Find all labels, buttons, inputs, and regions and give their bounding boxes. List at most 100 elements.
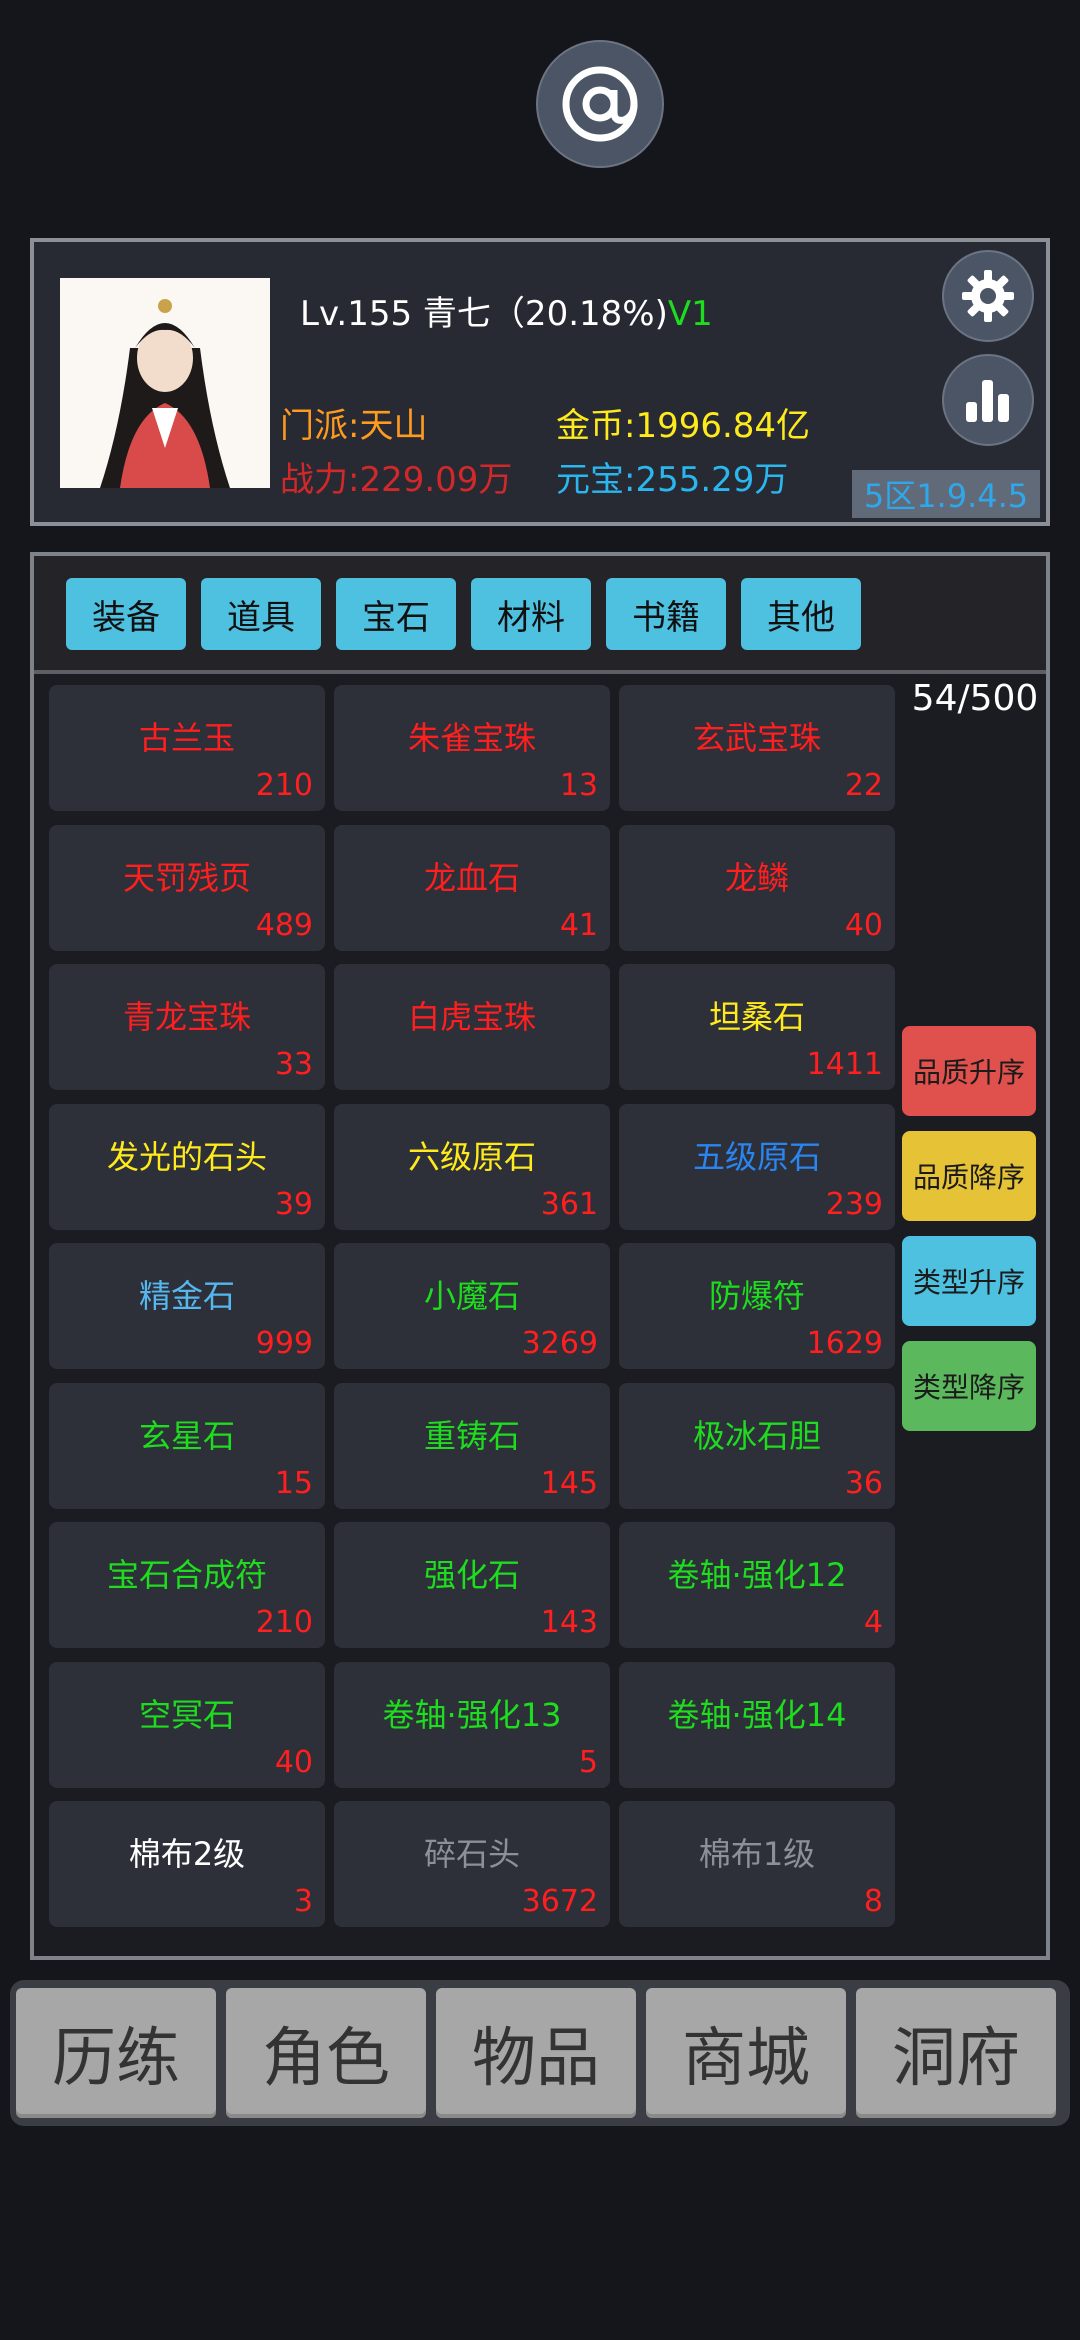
item-count: 3672 [521, 1884, 598, 1919]
item-name: 青龙宝珠 [122, 998, 251, 1036]
item-name: 防爆符 [708, 1277, 805, 1315]
level-text: Lv.155 青七（20.18%) [300, 294, 668, 334]
item-cell[interactable]: 精金石 999 [49, 1243, 325, 1369]
item-cell[interactable]: 朱雀宝珠 13 [334, 685, 610, 811]
item-count: 210 [255, 1605, 313, 1640]
power-label: 战力:229.09万 [280, 460, 513, 500]
item-cell[interactable]: 龙鳞 40 [619, 825, 895, 951]
at-sign-icon[interactable] [536, 40, 664, 168]
item-cell[interactable]: 极冰石胆 36 [619, 1383, 895, 1509]
item-cell[interactable]: 重铸石 145 [334, 1383, 610, 1509]
item-name: 六级原石 [407, 1138, 536, 1176]
avatar[interactable] [60, 278, 270, 488]
item-name: 龙鳞 [724, 859, 789, 897]
item-name: 小魔石 [423, 1277, 520, 1315]
item-cell[interactable]: 玄武宝珠 22 [619, 685, 895, 811]
item-cell[interactable]: 空冥石 40 [49, 1662, 325, 1788]
nav-character[interactable]: 角色 [226, 1988, 426, 2118]
tab-gems[interactable]: 宝石 [336, 578, 456, 650]
item-name: 朱雀宝珠 [407, 719, 536, 757]
item-name: 碎石头 [423, 1835, 520, 1873]
item-cell[interactable]: 发光的石头 39 [49, 1104, 325, 1230]
item-name: 强化石 [423, 1556, 520, 1594]
nav-inventory[interactable]: 物品 [436, 1988, 636, 2118]
item-cell[interactable]: 宝石合成符 210 [49, 1522, 325, 1648]
item-count: 40 [274, 1745, 313, 1780]
item-name: 棉布2级 [128, 1835, 246, 1873]
gear-icon[interactable] [942, 250, 1034, 342]
item-count: 239 [825, 1187, 883, 1222]
item-cell[interactable]: 青龙宝珠 33 [49, 964, 325, 1090]
item-count: 1411 [806, 1047, 883, 1082]
item-count: 39 [274, 1187, 313, 1222]
item-cell[interactable]: 卷轴·强化13 5 [334, 1662, 610, 1788]
item-cell[interactable]: 坦桑石 1411 [619, 964, 895, 1090]
item-cell[interactable]: 卷轴·强化12 4 [619, 1522, 895, 1648]
item-name: 五级原石 [692, 1138, 821, 1176]
bar-chart-icon[interactable] [942, 354, 1034, 446]
item-name: 重铸石 [423, 1417, 520, 1455]
sect-label: 门派:天山 [280, 406, 428, 446]
item-name: 坦桑石 [708, 998, 805, 1036]
capacity-counter: 54/500 [911, 678, 1039, 719]
item-cell[interactable]: 强化石 143 [334, 1522, 610, 1648]
item-name: 卷轴·强化12 [667, 1556, 847, 1594]
item-cell[interactable]: 龙血石 41 [334, 825, 610, 951]
item-name: 棉布1级 [698, 1835, 816, 1873]
item-count: 361 [540, 1187, 598, 1222]
item-cell[interactable]: 小魔石 3269 [334, 1243, 610, 1369]
tab-items[interactable]: 道具 [201, 578, 321, 650]
item-cell[interactable]: 碎石头 3672 [334, 1801, 610, 1927]
item-cell[interactable]: 卷轴·强化14 [619, 1662, 895, 1788]
sort-type-desc-button[interactable]: 类型降序 [902, 1341, 1036, 1431]
item-count: 15 [274, 1466, 313, 1501]
item-cell[interactable]: 六级原石 361 [334, 1104, 610, 1230]
sort-quality-asc-button[interactable]: 品质升序 [902, 1026, 1036, 1116]
item-count: 4 [863, 1605, 883, 1640]
item-cell[interactable]: 天罚残页 489 [49, 825, 325, 951]
item-name: 玄星石 [138, 1417, 235, 1455]
sort-quality-desc-button[interactable]: 品质降序 [902, 1131, 1036, 1221]
item-cell[interactable]: 古兰玉 210 [49, 685, 325, 811]
item-name: 白虎宝珠 [407, 998, 536, 1036]
tab-equipment[interactable]: 装备 [66, 578, 186, 650]
nav-training[interactable]: 历练 [16, 1988, 216, 2118]
item-name: 精金石 [138, 1277, 235, 1315]
tab-materials[interactable]: 材料 [471, 578, 591, 650]
server-badge: 5区1.9.4.5 [852, 470, 1040, 518]
item-count: 22 [844, 768, 883, 803]
item-count: 3 [293, 1884, 313, 1919]
item-name: 龙血石 [423, 859, 520, 897]
vip-badge: V1 [667, 294, 713, 334]
item-count: 36 [844, 1466, 883, 1501]
player-level: Lv.155 青七（20.18%)V1 [300, 286, 713, 335]
item-count: 999 [255, 1326, 313, 1361]
item-name: 古兰玉 [138, 719, 235, 757]
item-name: 玄武宝珠 [692, 719, 821, 757]
item-count: 33 [274, 1047, 313, 1082]
item-cell[interactable]: 玄星石 15 [49, 1383, 325, 1509]
item-cell[interactable]: 五级原石 239 [619, 1104, 895, 1230]
item-cell[interactable]: 白虎宝珠 [334, 964, 610, 1090]
tab-books[interactable]: 书籍 [606, 578, 726, 650]
item-cell[interactable]: 棉布2级 3 [49, 1801, 325, 1927]
item-name: 卷轴·强化13 [382, 1696, 562, 1734]
item-cell[interactable]: 棉布1级 8 [619, 1801, 895, 1927]
item-count: 145 [540, 1466, 598, 1501]
tab-other[interactable]: 其他 [741, 578, 861, 650]
nav-cave[interactable]: 洞府 [856, 1988, 1056, 2118]
nav-shop[interactable]: 商城 [646, 1988, 846, 2118]
sort-type-asc-button[interactable]: 类型升序 [902, 1236, 1036, 1326]
item-count: 210 [255, 768, 313, 803]
item-cell[interactable]: 防爆符 1629 [619, 1243, 895, 1369]
item-name: 卷轴·强化14 [667, 1696, 847, 1734]
item-count: 1629 [806, 1326, 883, 1361]
item-name: 天罚残页 [122, 859, 251, 897]
item-count: 13 [559, 768, 598, 803]
gold-label: 金币:1996.84亿 [556, 406, 811, 446]
item-name: 极冰石胆 [692, 1417, 821, 1455]
item-name: 发光的石头 [106, 1138, 267, 1176]
yuanbao-label: 元宝:255.29万 [556, 460, 789, 500]
item-name: 宝石合成符 [106, 1556, 267, 1594]
item-count: 3269 [521, 1326, 598, 1361]
